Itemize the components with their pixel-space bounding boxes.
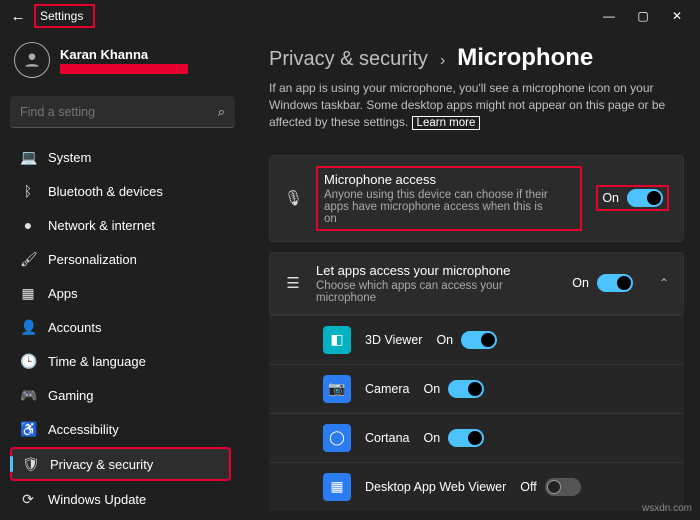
sidebar-item-label: Personalization xyxy=(48,252,137,267)
toggle-label: On xyxy=(423,382,440,396)
setting-subtitle: Anyone using this device can choose if t… xyxy=(324,189,554,225)
sidebar-item-label: Bluetooth & devices xyxy=(48,184,163,199)
toggle-let-apps[interactable] xyxy=(597,274,633,292)
app-label: 3D Viewer xyxy=(365,333,422,347)
close-button[interactable]: ✕ xyxy=(670,9,684,23)
accounts-icon: 👤 xyxy=(20,319,36,336)
intro-text: If an app is using your microphone, you'… xyxy=(269,80,684,131)
app-row-cortana: ◯ Cortana On xyxy=(269,413,684,462)
app-icon-camera: 📷 xyxy=(323,375,351,403)
page-title: Microphone xyxy=(457,44,593,72)
window-controls: — ▢ ✕ xyxy=(602,9,694,23)
toggle-label: On xyxy=(602,191,619,205)
sidebar-item-label: Accessibility xyxy=(48,422,119,437)
app-icon-cortana: ◯ xyxy=(323,424,351,452)
sidebar-item-apps[interactable]: ▦ Apps xyxy=(10,276,235,310)
sidebar-item-label: System xyxy=(48,150,91,165)
sidebar-item-personalization[interactable]: 🖌 Personalization xyxy=(10,242,235,276)
toggle-label: On xyxy=(572,276,589,290)
sidebar: Karan Khanna ⌕ 💻 System ᛒ Bluetooth & devi… xyxy=(0,32,243,520)
main-content: Privacy & security › Microphone If an ap… xyxy=(243,32,700,520)
setting-title: Let apps access your microphone xyxy=(316,263,558,278)
search-box[interactable]: ⌕ xyxy=(10,96,235,128)
setting-card-microphone-access: 🎙 Microphone access Anyone using this de… xyxy=(269,155,684,242)
user-email-redacted xyxy=(60,64,188,74)
personalization-icon: 🖌 xyxy=(20,251,36,268)
learn-more-link[interactable]: Learn more xyxy=(412,116,481,130)
app-row-3d-viewer: ◧ 3D Viewer On xyxy=(269,315,684,364)
breadcrumb: Privacy & security › Microphone xyxy=(269,44,684,72)
sidebar-item-accessibility[interactable]: ♿ Accessibility xyxy=(10,412,235,446)
sidebar-item-bluetooth[interactable]: ᛒ Bluetooth & devices xyxy=(10,174,235,208)
sidebar-item-label: Time & language xyxy=(48,354,146,369)
toggle-group: On xyxy=(572,274,633,292)
app-icon-webviewer: ▦ xyxy=(323,473,351,501)
mic-access-highlight: Microphone access Anyone using this devi… xyxy=(316,166,582,231)
sidebar-item-label: Apps xyxy=(48,286,78,301)
system-icon: 💻 xyxy=(20,149,36,166)
setting-title: Microphone access xyxy=(324,172,574,187)
app-title-highlight: Settings xyxy=(34,4,95,28)
app-label: Cortana xyxy=(365,431,409,445)
app-row-camera: 📷 Camera On xyxy=(269,364,684,413)
app-title: Settings xyxy=(40,9,83,23)
sidebar-item-gaming[interactable]: 🎮 Gaming xyxy=(10,378,235,412)
toggle-label: Off xyxy=(520,480,536,494)
app-row-desktop-webviewer: ▦ Desktop App Web Viewer Off xyxy=(269,462,684,511)
toggle-app-3d-viewer[interactable] xyxy=(461,331,497,349)
toggle-app-camera[interactable] xyxy=(448,380,484,398)
update-icon: ⟳ xyxy=(20,491,36,508)
sidebar-item-network[interactable]: ● Network & internet xyxy=(10,208,235,242)
breadcrumb-parent[interactable]: Privacy & security xyxy=(269,48,428,71)
toggle-label: On xyxy=(436,333,453,347)
app-label: Camera xyxy=(365,382,409,396)
shield-icon: 🛡 xyxy=(22,456,38,473)
sidebar-item-system[interactable]: 💻 System xyxy=(10,140,235,174)
toggle-label: On xyxy=(423,431,440,445)
app-icon-3d-viewer: ◧ xyxy=(323,326,351,354)
network-icon: ● xyxy=(20,217,36,233)
setting-subtitle: Choose which apps can access your microp… xyxy=(316,280,546,304)
sidebar-item-accounts[interactable]: 👤 Accounts xyxy=(10,310,235,344)
user-account-row[interactable]: Karan Khanna xyxy=(10,40,239,86)
microphone-icon: 🎙 xyxy=(284,189,302,207)
sidebar-item-label: Accounts xyxy=(48,320,101,335)
bluetooth-icon: ᛒ xyxy=(20,183,36,199)
sidebar-item-label: Windows Update xyxy=(48,492,146,507)
list-icon: ☰ xyxy=(284,274,302,292)
toggle-app-cortana[interactable] xyxy=(448,429,484,447)
search-icon: ⌕ xyxy=(218,104,225,120)
app-label: Desktop App Web Viewer xyxy=(365,480,506,494)
sidebar-item-time[interactable]: 🕒 Time & language xyxy=(10,344,235,378)
chevron-up-icon[interactable]: ⌃ xyxy=(659,276,669,290)
avatar xyxy=(14,42,50,78)
maximize-button[interactable]: ▢ xyxy=(636,9,650,23)
watermark: wsxdn.com xyxy=(642,503,692,514)
toggle-mic-access[interactable] xyxy=(627,189,663,207)
sidebar-item-label: Network & internet xyxy=(48,218,155,233)
back-button[interactable]: ← xyxy=(6,8,30,25)
gaming-icon: 🎮 xyxy=(20,387,36,404)
sidebar-item-update[interactable]: ⟳ Windows Update xyxy=(10,482,235,516)
sidebar-item-label: Privacy & security xyxy=(50,457,153,472)
sidebar-item-privacy[interactable]: 🛡 Privacy & security xyxy=(10,447,231,481)
time-icon: 🕒 xyxy=(20,353,36,370)
apps-icon: ▦ xyxy=(20,285,36,302)
mic-access-toggle-highlight: On xyxy=(596,185,669,211)
nav-list: 💻 System ᛒ Bluetooth & devices ● Network & … xyxy=(10,140,239,520)
search-input[interactable] xyxy=(20,105,218,119)
setting-card-let-apps[interactable]: ☰ Let apps access your microphone Choose… xyxy=(269,252,684,315)
titlebar: ← Settings — ▢ ✕ xyxy=(0,0,700,32)
sidebar-item-label: Gaming xyxy=(48,388,94,403)
toggle-app-webviewer[interactable] xyxy=(545,478,581,496)
accessibility-icon: ♿ xyxy=(20,421,36,438)
minimize-button[interactable]: — xyxy=(602,9,616,23)
chevron-right-icon: › xyxy=(440,52,445,70)
user-name: Karan Khanna xyxy=(60,47,188,62)
